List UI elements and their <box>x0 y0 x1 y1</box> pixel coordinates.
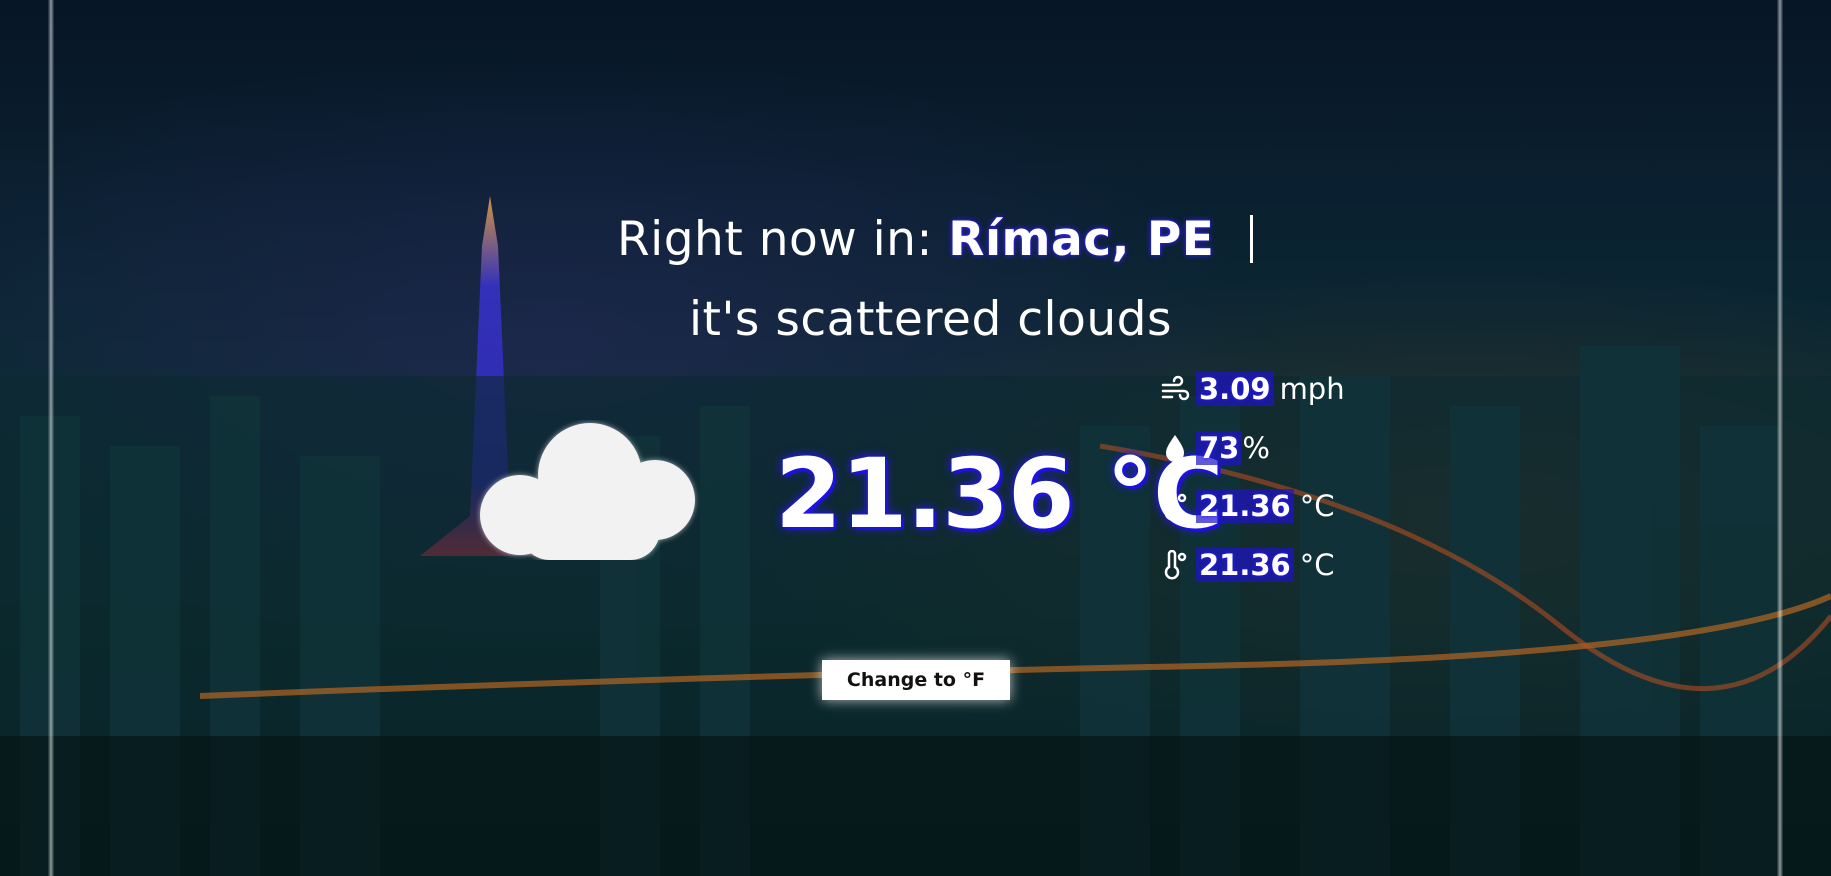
temp-min-stat: 21.36 °C <box>1160 548 1334 582</box>
humidity-stat: 73 % <box>1160 431 1270 465</box>
temp-min-value: 21.36 <box>1196 548 1294 582</box>
thermometer-icon <box>1164 550 1187 580</box>
current-temperature: 21.36 °C <box>775 438 1224 550</box>
temp-max-value: 21.36 <box>1196 489 1294 523</box>
thermometer-icon <box>1164 491 1187 521</box>
temp-min-unit: °C <box>1299 548 1335 582</box>
wind-stat: 3.09 mph <box>1160 372 1345 406</box>
wind-icon <box>1161 375 1190 401</box>
wind-speed-value: 3.09 <box>1196 372 1274 406</box>
wind-speed-unit: mph <box>1279 372 1345 406</box>
humidity-value: 73 <box>1196 431 1243 465</box>
weather-panel: Right now in: Rímac, PE it's scattered c… <box>0 0 1831 876</box>
location-heading: Right now in: Rímac, PE <box>617 212 1254 267</box>
droplet-icon <box>1166 435 1184 462</box>
text-cursor <box>1250 215 1254 263</box>
weather-description: it's scattered clouds <box>689 292 1172 347</box>
cloud-icon <box>480 423 695 560</box>
temp-max-stat: 21.36 °C <box>1160 489 1334 523</box>
humidity-unit: % <box>1242 431 1270 465</box>
location-name: Rímac, PE <box>948 212 1215 267</box>
location-prefix: Right now in: <box>617 212 949 267</box>
change-unit-button[interactable]: Change to °F <box>822 660 1010 700</box>
temp-max-unit: °C <box>1299 489 1335 523</box>
